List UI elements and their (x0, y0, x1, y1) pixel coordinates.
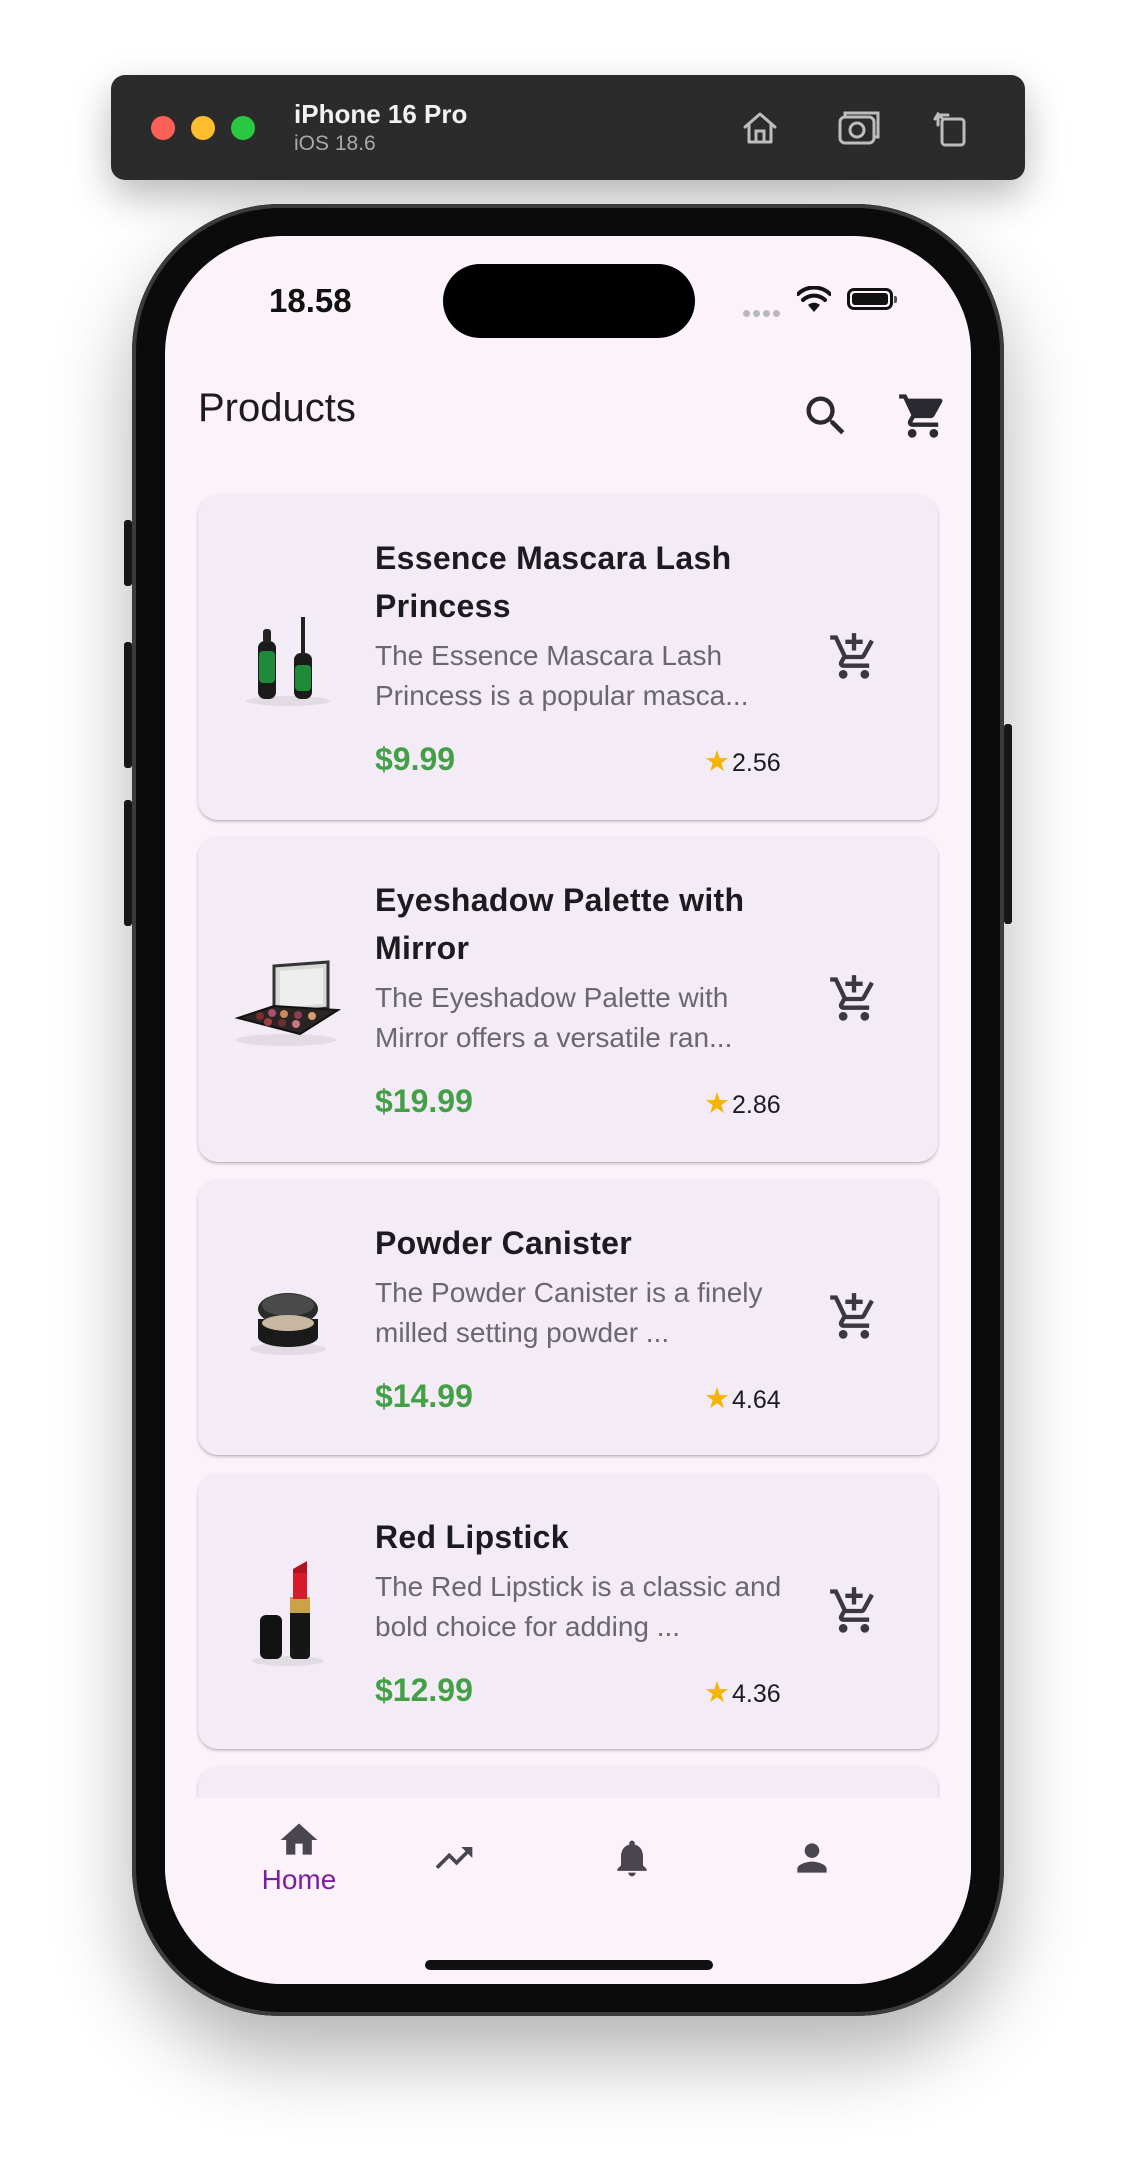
device-name: iPhone 16 Pro (294, 99, 468, 129)
home-icon (280, 1823, 318, 1855)
add-shopping-cart-icon (830, 1293, 874, 1339)
rotate-icon (933, 111, 966, 147)
nav-label-home: Home (261, 1864, 337, 1895)
screenshot-icon (838, 111, 880, 145)
volume-up-button (124, 642, 132, 768)
product-card[interactable] (198, 1766, 938, 1798)
rating-value: 4.64 (732, 1386, 781, 1414)
action-button (124, 520, 132, 586)
rating-value: 2.56 (732, 749, 781, 777)
add-to-cart-button[interactable] (828, 631, 880, 683)
nav-item-trending[interactable] (384, 1798, 524, 1908)
volume-down-button (124, 800, 132, 926)
bottom-navigation: Home (165, 1798, 971, 1984)
wifi-icon (797, 286, 831, 312)
screenshot-button[interactable] (836, 105, 882, 151)
star-icon: ★ (704, 746, 730, 778)
status-time: 18.58 (269, 282, 352, 319)
product-description: The Red Lipstick is a classic and bold c… (375, 1571, 782, 1642)
cart-button[interactable] (897, 390, 949, 442)
product-price: $19.99 (375, 1083, 473, 1119)
profile-icon (797, 1843, 827, 1873)
simulator-toolbar: iPhone 16 Pro iOS 18.6 (111, 75, 1025, 180)
search-icon (806, 396, 845, 435)
product-rating: ★2.86 (704, 1086, 781, 1121)
nav-item-home[interactable]: Home (229, 1798, 369, 1908)
trending-icon (435, 1847, 473, 1869)
power-button (1004, 724, 1012, 924)
cart-icon (899, 394, 943, 438)
product-description: The Essence Mascara Lash Princess is a p… (375, 640, 749, 711)
cellular-signal-icon (743, 304, 783, 322)
rating-value: 4.36 (732, 1680, 781, 1708)
add-shopping-cart-icon (830, 975, 874, 1021)
product-image-eyeshadow-palette (228, 936, 348, 1056)
zoom-window-button[interactable] (231, 116, 255, 140)
os-version: iOS 18.6 (294, 132, 376, 155)
product-card[interactable]: Powder Canister The Powder Canister is a… (198, 1179, 938, 1455)
product-name: Essence Mascara Lash Princess (375, 540, 732, 624)
product-list[interactable]: Essence Mascara Lash Princess The Essenc… (165, 236, 971, 1798)
add-to-cart-button[interactable] (828, 1585, 880, 1637)
add-to-cart-button[interactable] (828, 1291, 880, 1343)
product-name: Powder Canister (375, 1225, 633, 1261)
nav-item-profile[interactable] (742, 1798, 882, 1908)
product-image-mascara (228, 593, 348, 713)
add-shopping-cart-icon (830, 1587, 874, 1633)
product-rating: ★2.56 (704, 744, 781, 779)
star-icon: ★ (704, 1088, 730, 1120)
product-price: $14.99 (375, 1378, 473, 1414)
add-shopping-cart-icon (830, 633, 874, 679)
product-description: The Eyeshadow Palette with Mirror offers… (375, 982, 733, 1053)
product-description: The Powder Canister is a finely milled s… (375, 1277, 763, 1348)
product-rating: ★4.36 (704, 1675, 781, 1710)
home-indicator (425, 1960, 713, 1970)
product-image-powder-canister (228, 1257, 348, 1377)
phone-screen: Essence Mascara Lash Princess The Essenc… (165, 236, 971, 1984)
product-rating: ★4.64 (704, 1381, 781, 1416)
star-icon: ★ (704, 1383, 730, 1415)
nav-item-notifications[interactable] (562, 1798, 702, 1908)
page-title: Products (198, 386, 356, 430)
product-card[interactable]: Essence Mascara Lash Princess The Essenc… (198, 494, 938, 820)
product-card[interactable]: Eyeshadow Palette with Mirror The Eyesha… (198, 836, 938, 1162)
product-card[interactable]: Red Lipstick The Red Lipstick is a class… (198, 1473, 938, 1749)
home-icon (743, 112, 777, 144)
dynamic-island (443, 264, 695, 338)
rating-value: 2.86 (732, 1091, 781, 1119)
product-price: $12.99 (375, 1672, 473, 1708)
product-image-red-lipstick (228, 1553, 348, 1673)
product-price: $9.99 (375, 741, 456, 777)
product-name: Red Lipstick (375, 1519, 569, 1555)
home-button[interactable] (737, 105, 783, 151)
minimize-window-button[interactable] (191, 116, 215, 140)
star-icon: ★ (704, 1677, 730, 1709)
battery-icon (847, 288, 897, 310)
search-button[interactable] (800, 390, 852, 442)
notifications-icon (617, 1840, 647, 1877)
product-name: Eyeshadow Palette with Mirror (375, 882, 745, 966)
close-window-button[interactable] (151, 116, 175, 140)
rotate-button[interactable] (928, 105, 974, 151)
add-to-cart-button[interactable] (828, 973, 880, 1025)
